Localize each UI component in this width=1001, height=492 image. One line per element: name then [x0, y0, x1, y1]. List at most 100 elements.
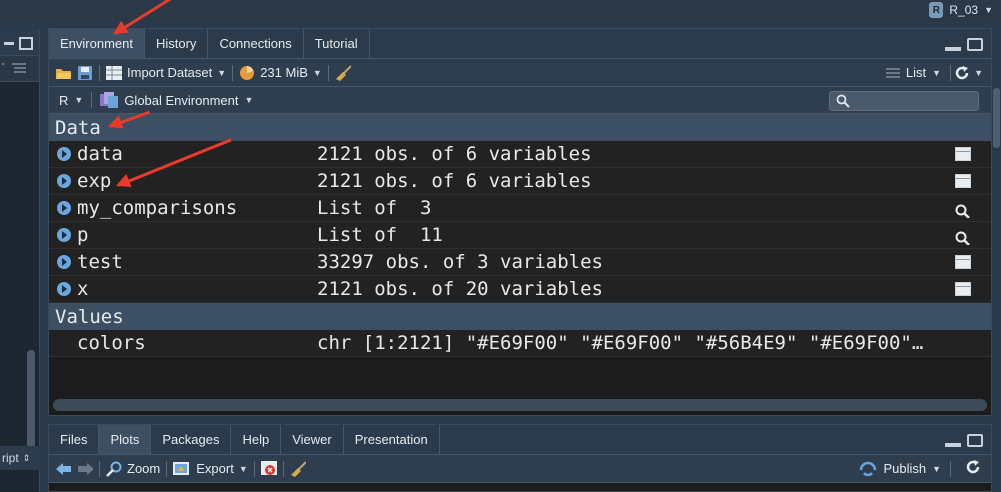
env-row-my-comparisons[interactable]: my_comparisons List of 3 [49, 195, 991, 222]
window-controls-icon[interactable] [0, 30, 40, 56]
env-row-test[interactable]: test 33297 obs. of 3 variables [49, 249, 991, 276]
view-mode-label: List [905, 65, 927, 80]
vertical-scrollbar[interactable] [992, 82, 1001, 416]
zoom-button[interactable]: Zoom [106, 461, 160, 477]
minimize-pane-icon[interactable] [945, 442, 961, 447]
import-dataset-icon [106, 65, 122, 80]
project-name: R_03 [949, 3, 979, 17]
toolbar-divider [232, 64, 234, 81]
environment-pane: Environment History Connections Tutorial… [48, 28, 992, 416]
chevron-down-icon: ▼ [217, 67, 227, 78]
section-header-data[interactable]: Data [49, 114, 991, 141]
tab-files[interactable]: Files [49, 425, 100, 454]
view-mode-selector[interactable]: List ▼ [885, 65, 941, 80]
variable-value: chr [1:2121] "#E69F00" "#E69F00" "#56B4E… [317, 332, 924, 354]
tab-viewer[interactable]: Viewer [281, 425, 344, 454]
files-tabbar: Files Plots Packages Help Viewer Present… [49, 425, 991, 455]
table-icon[interactable] [955, 147, 971, 161]
expand-icon[interactable] [57, 201, 71, 215]
env-row-p[interactable]: p List of 11 [49, 222, 991, 249]
tab-history[interactable]: History [145, 29, 209, 58]
table-icon[interactable] [955, 255, 971, 269]
source-pane-header [0, 30, 39, 56]
project-menu[interactable]: R R_03 ▼ [929, 0, 993, 20]
variable-name: my_comparisons [77, 197, 238, 219]
toolbar-divider [166, 460, 168, 477]
import-dataset-button[interactable]: Import Dataset ▼ [106, 65, 226, 80]
search-icon [836, 94, 850, 108]
chevron-down-icon: ▼ [74, 95, 84, 105]
refresh-button[interactable] [965, 459, 981, 478]
language-label: R [59, 92, 69, 108]
open-folder-icon[interactable] [55, 65, 71, 81]
environment-stack-icon [100, 92, 119, 108]
toolbar-divider [327, 64, 329, 81]
memory-pie-icon [240, 65, 255, 80]
remove-plot-icon[interactable] [260, 460, 277, 477]
environment-selector[interactable]: Global Environment ▼ [100, 92, 253, 108]
env-row-colors[interactable]: colors chr [1:2121] "#E69F00" "#E69F00" … [49, 330, 991, 357]
toolbar-divider [253, 460, 255, 477]
environment-tabbar: Environment History Connections Tutorial [49, 29, 991, 59]
expand-icon[interactable] [57, 255, 71, 269]
file-type-selector[interactable]: ript ⇕ [0, 446, 40, 470]
search-icon[interactable] [955, 201, 971, 219]
expand-icon[interactable] [57, 228, 71, 242]
environment-search-input[interactable] [829, 91, 979, 111]
variable-value: List of 3 [317, 197, 432, 219]
broom-icon[interactable] [335, 64, 351, 81]
zoom-label: Zoom [127, 461, 161, 476]
tab-plots[interactable]: Plots [99, 425, 152, 454]
list-icon [885, 68, 900, 77]
toolbar-divider [99, 64, 100, 81]
env-row-exp[interactable]: exp 2121 obs. of 6 variables [49, 168, 991, 195]
expand-icon[interactable] [57, 174, 71, 188]
tab-tutorial[interactable]: Tutorial [304, 29, 370, 58]
variable-value: List of 11 [317, 224, 443, 246]
export-icon [173, 461, 190, 475]
search-icon[interactable] [955, 228, 971, 246]
environment-label: Global Environment [124, 92, 239, 108]
variable-name: p [77, 224, 89, 246]
maximize-pane-icon[interactable] [967, 38, 983, 51]
variable-value: 2121 obs. of 6 variables [317, 170, 592, 192]
import-dataset-label: Import Dataset [127, 65, 213, 80]
maximize-pane-icon[interactable] [967, 434, 983, 447]
chevron-down-icon: ▼ [932, 463, 941, 474]
source-pane: ript ⇕ [0, 30, 40, 492]
section-header-values[interactable]: Values [49, 303, 991, 330]
tab-presentation[interactable]: Presentation [344, 425, 440, 454]
refresh-button[interactable]: ▼ [954, 65, 983, 81]
scrollbar-thumb[interactable] [993, 88, 1000, 148]
export-button[interactable]: Export ▼ [173, 461, 248, 476]
back-arrow-icon[interactable] [55, 461, 71, 477]
tab-packages[interactable]: Packages [151, 425, 232, 454]
updown-icon: ⇕ [22, 452, 31, 463]
horizontal-scrollbar[interactable] [53, 399, 987, 411]
language-selector[interactable]: R ▼ [59, 93, 83, 108]
expand-icon[interactable] [57, 147, 71, 161]
minimize-pane-icon[interactable] [945, 46, 961, 51]
env-row-x[interactable]: x 2121 obs. of 20 variables [49, 276, 991, 303]
table-icon[interactable] [955, 174, 971, 188]
publish-button[interactable]: Publish ▼ [859, 461, 941, 477]
memory-usage-button[interactable]: 231 MiB ▼ [239, 65, 322, 81]
files-pane: Files Plots Packages Help Viewer Present… [48, 424, 992, 492]
outline-icon[interactable] [0, 56, 40, 82]
refresh-icon [966, 460, 980, 474]
tab-help[interactable]: Help [231, 425, 282, 454]
source-scrollbar[interactable] [27, 350, 35, 450]
variable-value: 33297 obs. of 3 variables [317, 251, 603, 273]
expand-icon[interactable] [57, 282, 71, 296]
tab-connections[interactable]: Connections [208, 29, 304, 58]
table-icon[interactable] [955, 282, 971, 296]
forward-arrow-icon[interactable] [77, 461, 93, 477]
toolbar-divider [91, 92, 93, 108]
save-icon[interactable] [77, 65, 93, 81]
variable-name: exp [77, 170, 112, 192]
tab-environment[interactable]: Environment [49, 29, 145, 58]
toolbar-divider [950, 460, 951, 477]
export-label: Export [196, 461, 234, 476]
broom-icon[interactable] [290, 460, 306, 477]
project-icon: R [929, 2, 944, 18]
